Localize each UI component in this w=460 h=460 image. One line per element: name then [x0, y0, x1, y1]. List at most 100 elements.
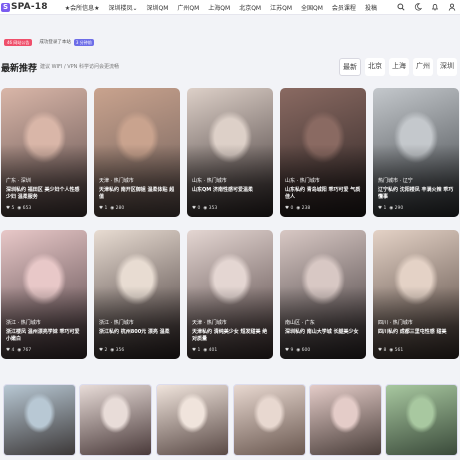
filter-guangzhou[interactable]: 广州	[413, 58, 433, 76]
post-region[interactable]: 广东 · 深圳	[6, 177, 31, 184]
nav-item-vip[interactable]: ★会所信息★	[65, 3, 100, 12]
post-title[interactable]: 天津私约 南开区御姐 温柔体贴 超值	[99, 187, 177, 201]
post-card[interactable]: 山东 · 热门城市 山东私约 青岛城阳 乖巧可爱 气质佳人 ♥ 0 ◉ 238	[280, 88, 366, 217]
post-region[interactable]: 山东 · 热门城市	[285, 177, 320, 184]
announcement-text[interactable]: 成功登录了本站	[39, 39, 71, 45]
post-stats: ♥ 4 ◉ 767	[6, 348, 31, 353]
post-card[interactable]: 天津 · 热门城市天津私约 南开区御姐 温柔体贴 超值 ♥ 1 ◉ 280	[94, 88, 180, 217]
nav-item-guangzhou-qm[interactable]: 广州QM	[177, 3, 199, 12]
like-icon: ♥	[6, 348, 11, 353]
post-region[interactable]: 南山区 · 广东	[285, 319, 315, 326]
nav-item-courses[interactable]: 会员课程	[332, 3, 356, 12]
filter-latest[interactable]: 最新	[339, 58, 361, 76]
thumbnail-card[interactable]	[3, 384, 76, 456]
like-icon: ♥	[285, 206, 290, 211]
post-region[interactable]: 热门城市 · 辽宁	[378, 177, 413, 184]
moon-icon[interactable]	[414, 3, 422, 11]
post-region[interactable]: 浙江 · 热门城市	[6, 319, 41, 326]
post-stats: ♥ 1 ◉ 290	[378, 206, 403, 211]
like-icon: ♥	[99, 206, 104, 211]
view-count: 280	[115, 206, 125, 211]
post-card[interactable]: 浙江 · 热门城市浙江楼凤 温州漂亮学妹 乖巧可爱 小嫩白 ♥ 4 ◉ 767	[1, 230, 87, 359]
like-icon: ♥	[192, 348, 197, 353]
like-count: 1	[104, 206, 108, 211]
post-title[interactable]: 浙江私约 杭州800元 漂亮 温柔	[99, 329, 177, 336]
view-icon: ◉	[110, 206, 115, 211]
post-title[interactable]: 天津私约 清纯美少女 短发甜美 绝对质量	[192, 329, 270, 343]
post-card[interactable]: 广东 · 深圳深圳私约 福田区 美少妇个人性感少妇 温柔服务 ♥ 5 ◉ 653	[1, 88, 87, 217]
post-stats: ♥ 5 ◉ 653	[6, 206, 31, 211]
like-icon: ♥	[285, 348, 290, 353]
nav-icons	[397, 3, 456, 11]
nav-item-national-qm[interactable]: 全国QM	[301, 3, 323, 12]
thumbnail-card[interactable]	[233, 384, 306, 456]
view-count: 600	[301, 348, 311, 353]
post-title[interactable]: 深圳私约 南山大学城 长腿美少女	[285, 329, 363, 336]
thumbnail-card[interactable]	[156, 384, 229, 456]
post-stats: ♥ 1 ◉ 401	[192, 348, 217, 353]
post-region[interactable]: 四川 · 热门城市	[378, 319, 413, 326]
nav-item-beijing-qm[interactable]: 北京QM	[239, 3, 261, 12]
top-navbar: S SPA-18 ★会所信息★ 深圳楼凤⌄ 深圳QM 广州QM 上海QM 北京Q…	[0, 0, 460, 15]
post-stats: ♥ 1 ◉ 280	[99, 206, 124, 211]
view-icon: ◉	[203, 206, 208, 211]
bell-icon[interactable]	[431, 3, 439, 11]
post-title[interactable]: 辽宁私约 沈阳楼凤 丰满火辣 乖巧懂事	[378, 187, 456, 201]
post-region[interactable]: 天津 · 热门城市	[99, 177, 134, 184]
like-icon: ♥	[378, 206, 383, 211]
post-card[interactable]: 南山区 · 广东深圳私约 南山大学城 长腿美少女 ♥ 9 ◉ 600	[280, 230, 366, 359]
section-title: 最新推荐	[1, 64, 38, 74]
post-title[interactable]: 山东私约 青岛城阳 乖巧可爱 气质佳人	[285, 187, 363, 201]
post-stats: ♥ 8 ◉ 561	[378, 348, 403, 353]
like-icon: ♥	[378, 348, 383, 353]
like-count: 8	[383, 348, 387, 353]
announcement-bar: 46 网站公告 成功登录了本站 3 分钟前	[4, 38, 456, 46]
post-card[interactable]: 四川 · 热门城市四川私约 成都三里屯性感 甜美 ♥ 8 ◉ 561	[373, 230, 459, 359]
view-count: 356	[115, 348, 125, 353]
like-icon: ♥	[6, 206, 11, 211]
filter-beijing[interactable]: 北京	[365, 58, 385, 76]
post-stats: ♥ 2 ◉ 356	[99, 348, 124, 353]
like-icon: ♥	[192, 206, 197, 211]
post-region[interactable]: 浙江 · 热门城市	[99, 319, 134, 326]
nav-item-shanghai-qm[interactable]: 上海QM	[208, 3, 230, 12]
post-title[interactable]: 山东QM 济南性感可爱温柔	[192, 187, 270, 194]
view-count: 353	[208, 206, 218, 211]
post-region[interactable]: 山东 · 热门城市	[192, 177, 227, 184]
announcement-tag: 46 网站公告	[4, 38, 33, 46]
announcement-time: 3 分钟前	[73, 38, 94, 46]
nav-item-shenzhen-lf[interactable]: 深圳楼凤⌄	[108, 3, 137, 12]
view-count: 561	[394, 348, 404, 353]
thumbnail-card[interactable]	[385, 384, 458, 456]
view-count: 653	[22, 206, 32, 211]
post-title[interactable]: 四川私约 成都三里屯性感 甜美	[378, 329, 456, 336]
thumbnail-card[interactable]	[309, 384, 382, 456]
thumbnail-card[interactable]	[79, 384, 152, 456]
post-stats: ♥ 9 ◉ 600	[285, 348, 310, 353]
nav-item-submit[interactable]: 投稿	[365, 3, 377, 12]
post-title[interactable]: 浙江楼凤 温州漂亮学妹 乖巧可爱 小嫩白	[6, 329, 84, 343]
filter-shenzhen[interactable]: 深圳	[437, 58, 457, 76]
like-count: 5	[11, 206, 15, 211]
post-region[interactable]: 天津 · 热门城市	[192, 319, 227, 326]
logo-badge: S	[1, 2, 10, 12]
view-icon: ◉	[110, 348, 115, 353]
post-title[interactable]: 深圳私约 福田区 美少妇个人性感少妇 温柔服务	[6, 187, 84, 201]
view-icon: ◉	[203, 348, 208, 353]
view-icon: ◉	[17, 348, 22, 353]
view-count: 238	[301, 206, 311, 211]
city-filters: 最新 北京 上海 广州 深圳	[339, 58, 457, 76]
post-card[interactable]: 天津 · 热门城市天津私约 清纯美少女 短发甜美 绝对质量 ♥ 1 ◉ 401	[187, 230, 273, 359]
post-card[interactable]: 热门城市 · 辽宁辽宁私约 沈阳楼凤 丰满火辣 乖巧懂事 ♥ 1 ◉ 290	[373, 88, 459, 217]
section-subtitle: 建议 WIFI / VPN 科学访问会更流畅	[40, 64, 119, 70]
user-icon[interactable]	[448, 3, 456, 11]
nav-item-shenzhen-qm[interactable]: 深圳QM	[146, 3, 168, 12]
search-icon[interactable]	[397, 3, 405, 11]
post-card[interactable]: 山东 · 热门城市 山东QM 济南性感可爱温柔 ♥ 0 ◉ 353	[187, 88, 273, 217]
nav-menu: ★会所信息★ 深圳楼凤⌄ 深圳QM 广州QM 上海QM 北京QM 江苏QM 全国…	[65, 3, 386, 12]
view-count: 290	[394, 206, 404, 211]
post-card[interactable]: 浙江 · 热门城市浙江私约 杭州800元 漂亮 温柔 ♥ 2 ◉ 356	[94, 230, 180, 359]
nav-item-jiangsu-qm[interactable]: 江苏QM	[270, 3, 292, 12]
filter-shanghai[interactable]: 上海	[389, 58, 409, 76]
site-logo[interactable]: S SPA-18	[1, 2, 48, 12]
